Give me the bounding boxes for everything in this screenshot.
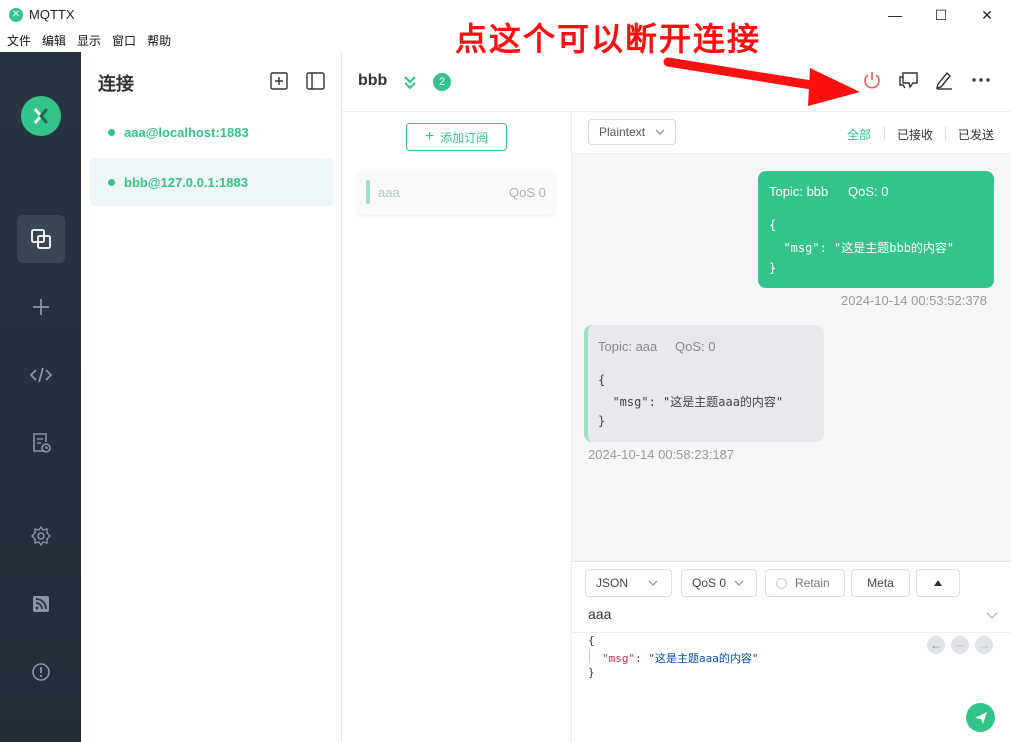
edit-pencil-icon[interactable] — [934, 70, 954, 93]
retain-label: Retain — [795, 576, 830, 590]
more-options-icon[interactable] — [970, 70, 992, 93]
chevron-down-icon[interactable] — [985, 608, 999, 625]
connection-item-aaa[interactable]: aaa@localhost:1883 — [90, 108, 333, 156]
payload-type-select[interactable]: JSON — [585, 569, 672, 597]
format-value: Plaintext — [599, 125, 646, 139]
plus-icon: + — [424, 128, 435, 145]
qos-select[interactable]: QoS 0 — [681, 569, 757, 597]
message-qos: QoS: 0 — [848, 184, 889, 199]
meta-label: Meta — [867, 576, 894, 590]
message-time: 2024-10-14 00:58:23:187 — [588, 447, 735, 462]
history-reset-icon[interactable]: – — [951, 636, 969, 654]
meta-button[interactable]: Meta — [851, 569, 910, 597]
connections-title: 连接 — [98, 74, 134, 94]
info-icon[interactable] — [17, 648, 65, 696]
close-window-button[interactable]: ✕ — [964, 0, 1010, 30]
maximize-button[interactable]: ☐ — [918, 0, 964, 30]
status-dot-icon — [108, 178, 115, 186]
divider — [945, 126, 946, 140]
settings-icon[interactable] — [17, 512, 65, 560]
menu-file[interactable]: 文件 — [7, 30, 31, 52]
new-connection-icon[interactable] — [270, 72, 288, 93]
chevron-down-icon — [655, 129, 665, 135]
caret-up-icon — [934, 580, 942, 586]
connection-label: bbb@127.0.0.1:1883 — [124, 174, 248, 190]
payload-line: { — [769, 218, 777, 232]
filter-all-tab[interactable]: 全部 — [847, 126, 871, 143]
toggle-sidebar-icon[interactable] — [306, 72, 325, 93]
subscription-color-bar — [366, 180, 370, 204]
subscription-qos: QoS 0 — [509, 185, 546, 200]
payload-code-open: { — [588, 634, 595, 647]
qos-value: QoS 0 — [692, 576, 727, 590]
send-button[interactable] — [966, 703, 995, 732]
add-subscription-button[interactable]: + 添加订阅 — [406, 123, 507, 151]
message-topic: Topic: aaa — [598, 339, 658, 354]
expand-composer-button[interactable] — [916, 569, 960, 597]
log-icon[interactable] — [17, 419, 65, 467]
subscription-count-badge: 2 — [433, 73, 451, 91]
add-subscription-label: 添加订阅 — [440, 130, 489, 145]
payload-code-line: "msg": "这是主题aaa的内容" — [602, 650, 759, 666]
plus-icon[interactable] — [17, 283, 65, 331]
payload-format-select[interactable]: Plaintext — [588, 119, 676, 145]
chevron-down-icon — [648, 580, 658, 586]
window-title: MQTTX — [29, 7, 75, 22]
filter-sent-tab[interactable]: 已发送 — [958, 126, 994, 143]
subscription-topic: aaa — [378, 185, 400, 200]
code-icon[interactable] — [17, 351, 65, 399]
history-back-icon[interactable]: ← — [927, 636, 945, 654]
payload-line: "msg": "这是主题aaa的内容" — [598, 395, 784, 409]
payload-type-value: JSON — [596, 576, 629, 590]
menu-help[interactable]: 帮助 — [147, 30, 171, 52]
payload-key: "msg" — [602, 652, 636, 665]
divider — [884, 126, 885, 140]
indent-guide — [589, 649, 590, 663]
radio-circle-icon — [776, 577, 787, 589]
send-icon — [974, 711, 987, 724]
payload-line: { — [598, 373, 606, 387]
payload-line: } — [769, 261, 777, 275]
payload-code-close: } — [588, 666, 595, 679]
rss-icon[interactable] — [17, 580, 65, 628]
menu-edit[interactable]: 编辑 — [42, 30, 66, 52]
app-logo-icon: ✕ — [9, 8, 23, 22]
payload-line: } — [598, 414, 606, 428]
status-dot-icon — [108, 128, 115, 136]
minimize-button[interactable]: — — [872, 0, 918, 30]
payload-editor[interactable] — [572, 632, 1011, 742]
history-forward-icon[interactable]: → — [975, 636, 993, 654]
filter-received-tab[interactable]: 已接收 — [897, 126, 933, 143]
message-topic: Topic: bbb — [769, 184, 829, 199]
connection-item-bbb[interactable]: bbb@127.0.0.1:1883 — [90, 158, 333, 206]
collapse-chevrons-icon[interactable] — [402, 74, 418, 93]
connection-label: aaa@localhost:1883 — [124, 124, 249, 140]
message-qos: QoS: 0 — [675, 339, 716, 354]
chevron-down-icon — [734, 580, 744, 586]
annotation-arrow-icon — [663, 57, 860, 106]
payload-line: "msg": "这是主题bbb的内容" — [769, 241, 955, 255]
topic-input[interactable]: aaa — [588, 606, 611, 622]
retain-checkbox[interactable]: Retain — [765, 569, 845, 597]
payload-value: "这是主题aaa的内容" — [648, 652, 759, 665]
new-window-chat-icon[interactable] — [898, 70, 920, 93]
menu-window[interactable]: 窗口 — [112, 30, 136, 52]
message-time: 2024-10-14 00:53:52:378 — [841, 293, 988, 308]
mqttx-logo-icon — [21, 96, 61, 136]
current-connection-name: bbb — [358, 72, 388, 89]
menu-view[interactable]: 显示 — [77, 30, 101, 52]
payload-colon: : — [635, 652, 649, 665]
connections-icon[interactable] — [17, 215, 65, 263]
